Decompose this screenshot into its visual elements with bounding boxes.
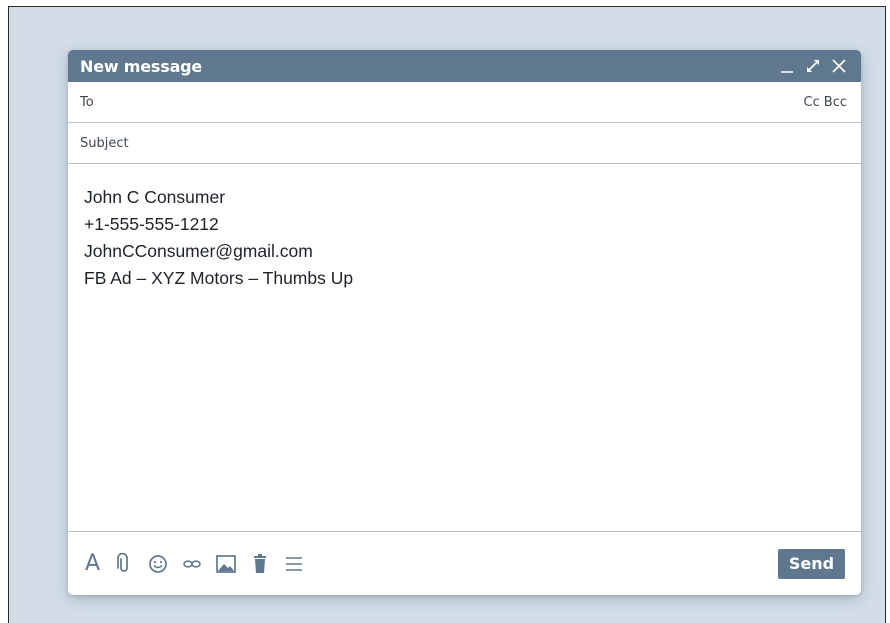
desktop-background: New message To Cc Bcc Subject John C Con… (8, 6, 886, 623)
formatting-tools: A (85, 549, 311, 579)
to-input[interactable] (101, 94, 804, 110)
image-icon[interactable] (209, 549, 243, 579)
subject-input[interactable] (80, 135, 847, 151)
body-line: +1-555-555-1212 (84, 214, 219, 234)
body-line: JohnCConsumer@gmail.com (84, 241, 313, 261)
send-button[interactable]: Send (778, 548, 845, 579)
to-label: To (80, 94, 94, 110)
subject-row (68, 123, 861, 164)
window-title: New message (80, 56, 203, 76)
emoji-icon[interactable] (141, 549, 175, 579)
cc-link[interactable]: Cc (804, 95, 820, 110)
body-line: FB Ad – XYZ Motors – Thumbs Up (84, 268, 354, 288)
cc-bcc-links: Cc Bcc (804, 95, 847, 110)
compose-toolbar: A Send (68, 531, 861, 595)
minimize-icon[interactable] (777, 56, 797, 76)
close-icon[interactable] (829, 56, 849, 76)
body-line: John C Consumer (84, 187, 226, 207)
to-row: To Cc Bcc (68, 82, 861, 123)
window-controls (777, 56, 849, 76)
bcc-link[interactable]: Bcc (824, 95, 847, 110)
compose-window: New message To Cc Bcc Subject John C Con… (68, 50, 861, 595)
link-icon[interactable] (175, 549, 209, 579)
message-body[interactable]: John C Consumer +1-555-555-1212 JohnCCon… (68, 164, 861, 531)
attachment-icon[interactable] (107, 549, 141, 579)
expand-icon[interactable] (803, 56, 823, 76)
trash-icon[interactable] (243, 549, 277, 579)
text-format-glyph: A (85, 550, 101, 576)
compose-titlebar: New message (68, 50, 861, 82)
text-format-icon[interactable]: A (85, 549, 107, 579)
more-options-icon[interactable] (277, 549, 311, 579)
